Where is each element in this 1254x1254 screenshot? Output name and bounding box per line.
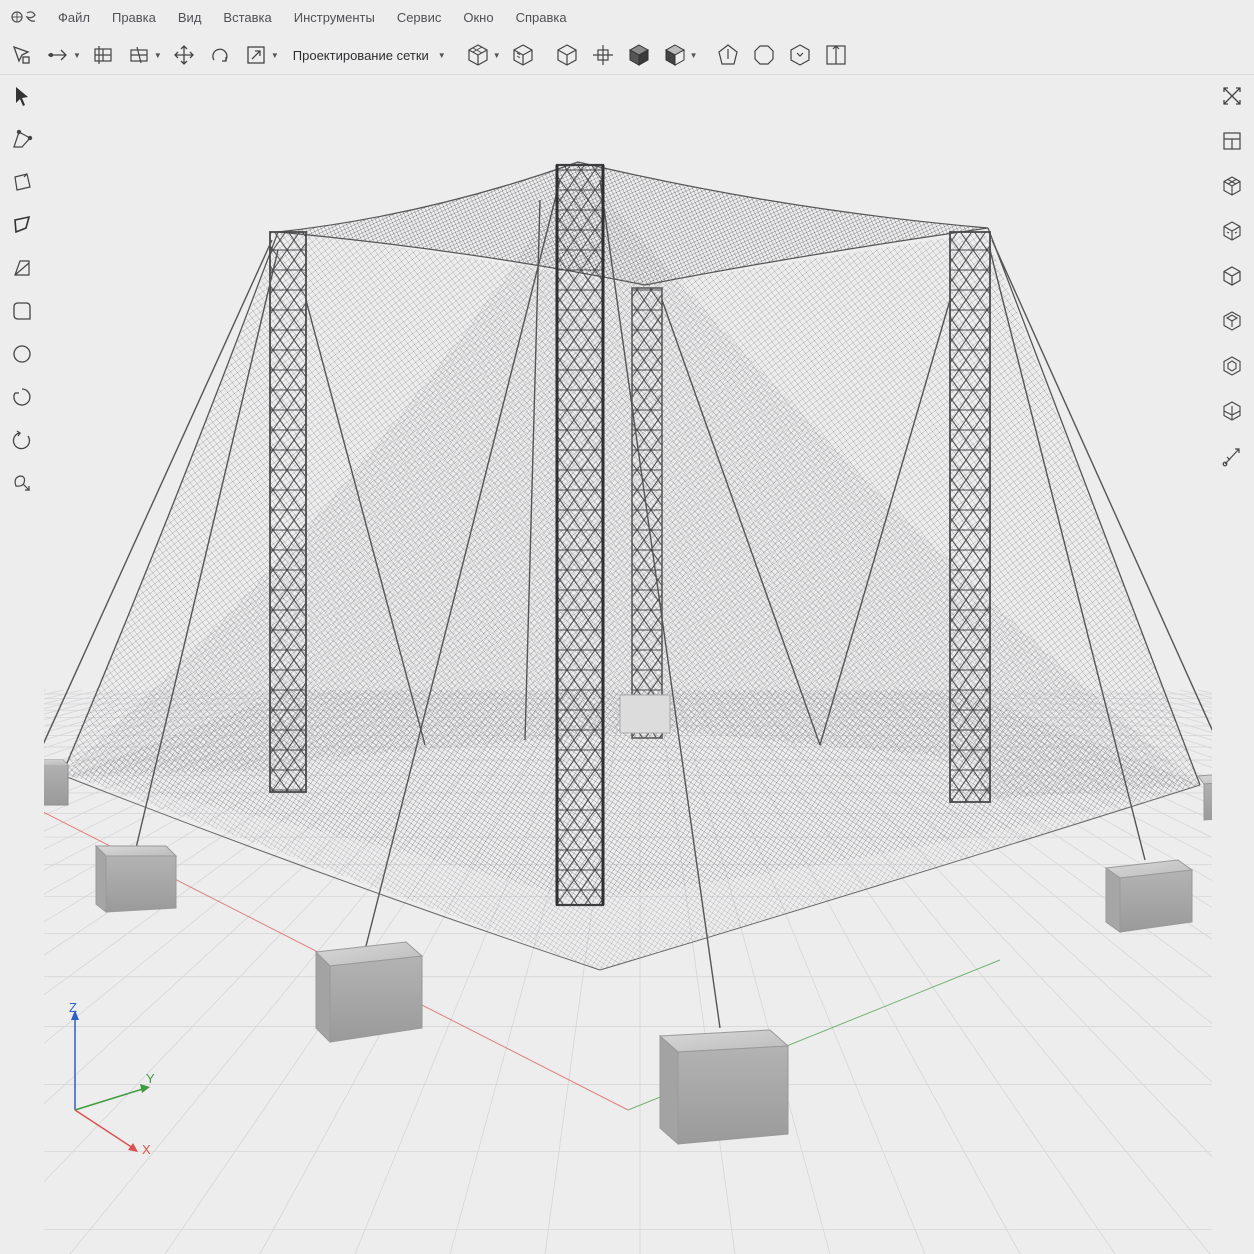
concrete-block [658,1029,790,1146]
scale-icon[interactable] [242,41,270,69]
axis-gizmo: Z Y X [69,1000,155,1157]
rounded-square-icon[interactable] [6,295,38,327]
concrete-block [44,759,69,806]
select-arrow-icon[interactable] [8,41,36,69]
pentagon-icon[interactable] [714,41,742,69]
half-cube-icon[interactable] [661,41,689,69]
fit-view-icon[interactable] [1216,80,1248,112]
menu-bar: Файл Правка Вид Вставка Инструменты Серв… [0,0,1254,34]
solid-cube-icon[interactable] [509,41,537,69]
concrete-block [1104,859,1194,933]
mesh-edit-icon[interactable] [89,41,117,69]
plane-icon[interactable] [6,252,38,284]
axis-z-label: Z [69,1000,77,1015]
open-circle-icon[interactable] [6,381,38,413]
rotate-icon[interactable] [206,41,234,69]
chevron-down-icon: ▼ [437,50,446,60]
axis-y-label: Y [146,1071,155,1086]
node-edit-icon[interactable] [6,123,38,155]
hexagon-icon[interactable] [786,41,814,69]
chevron-down-icon[interactable]: ▼ [493,51,501,60]
menu-insert[interactable]: Вставка [223,10,271,25]
cube-solid-icon[interactable] [1216,305,1248,337]
tower-center [555,163,605,907]
wire-cube-icon[interactable] [464,41,492,69]
menu-edit[interactable]: Правка [112,10,156,25]
filled-cube-icon[interactable] [625,41,653,69]
menu-service[interactable]: Сервис [397,10,442,25]
pointer-icon[interactable] [6,80,38,112]
mesh-split-icon[interactable] [125,41,153,69]
menu-help[interactable]: Справка [516,10,567,25]
lasso-icon[interactable] [6,467,38,499]
chevron-down-icon[interactable]: ▼ [690,51,698,60]
concrete-block [94,844,178,914]
surface-icon[interactable] [6,209,38,241]
spin-icon[interactable] [6,424,38,456]
app-logo-icon [10,7,44,27]
frame-icon[interactable] [822,41,850,69]
menu-tools[interactable]: Инструменты [294,10,375,25]
main-toolbar: ▼ ▼ ▼ Проектирование сетки ▼ ▼ ▼ [0,36,1254,75]
mesh-mode-label: Проектирование сетки [292,47,429,63]
plane-cube-icon[interactable] [1216,395,1248,427]
isometric-icon[interactable] [1216,170,1248,202]
move-icon[interactable] [170,41,198,69]
menu-file[interactable]: Файл [58,10,90,25]
crosshair-icon[interactable] [589,41,617,69]
circle-icon[interactable] [6,338,38,370]
chevron-down-icon[interactable]: ▼ [271,51,279,60]
cube-outline-icon[interactable] [553,41,581,69]
measure-icon[interactable] [1216,440,1248,472]
tower-left [269,231,307,793]
mesh-mode-dropdown[interactable]: Проектирование сетки ▼ [293,48,446,63]
net-structure-scene: Z Y X [44,161,1212,1254]
tower-right [949,231,991,803]
concrete-block [314,941,424,1044]
3d-viewport[interactable]: Z Y X [44,76,1212,1254]
concrete-block [1197,774,1212,821]
hex-cube-icon[interactable] [1216,350,1248,382]
chevron-down-icon[interactable]: ▼ [154,51,162,60]
right-view-panel [1216,80,1248,485]
arrow-direction-icon[interactable] [44,41,72,69]
cube-view-icon[interactable] [1216,215,1248,247]
left-tool-panel [6,80,38,510]
grid-view-icon[interactable] [1216,125,1248,157]
axis-x-label: X [142,1142,151,1157]
menu-view[interactable]: Вид [178,10,202,25]
menu-window[interactable]: Окно [463,10,493,25]
chevron-down-icon[interactable]: ▼ [73,51,81,60]
cube-front-icon[interactable] [1216,260,1248,292]
polygon-icon[interactable] [750,41,778,69]
face-icon[interactable] [6,166,38,198]
